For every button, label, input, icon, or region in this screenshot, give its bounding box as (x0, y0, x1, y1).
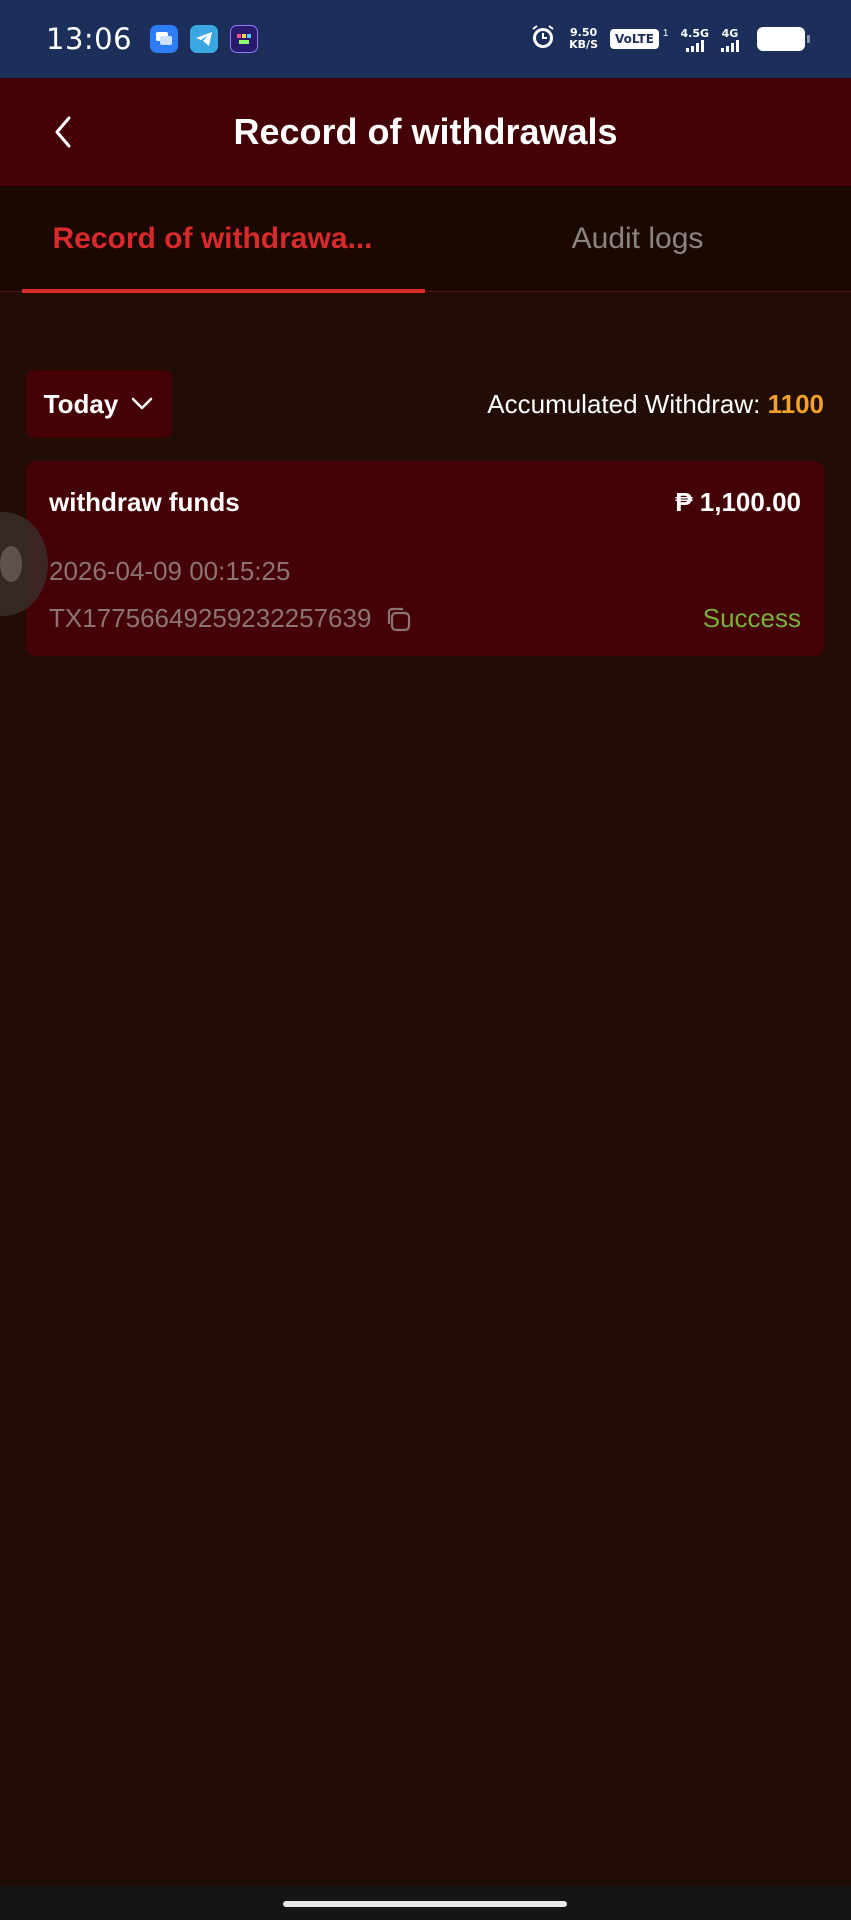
messages-icon (150, 25, 179, 53)
accumulated-value: 1100 (767, 388, 824, 419)
signal-sim2: 4G (721, 27, 739, 52)
accumulated-withdraw: Accumulated Withdraw: 1100 (487, 389, 824, 420)
home-gesture-pill[interactable] (283, 1901, 567, 1907)
accumulated-label: Accumulated Withdraw: (487, 388, 768, 419)
speed-unit: KB/S (569, 38, 598, 51)
alarm-icon (529, 23, 557, 56)
tab-record-of-withdrawals[interactable]: Record of withdrawa... (0, 186, 425, 293)
network-type-1: 4.5G (680, 26, 709, 40)
filter-row: Today Accumulated Withdraw: 1100 (26, 370, 824, 438)
tab-label: Record of withdrawa... (52, 222, 373, 255)
game-app-icon (230, 25, 259, 53)
status-time: 13:06 (46, 22, 133, 56)
page-title: Record of withdrawals (233, 111, 618, 152)
network-speed: 9.50 KB/S (569, 27, 598, 51)
volte-badge: VoLTE (610, 29, 659, 49)
record-datetime: 2026-04-09 00:15:25 (49, 556, 291, 586)
status-bar: 13:06 9.50 KB/S VoLTE 1 4.5G 4G (0, 0, 851, 78)
record-amount: ₱ 1,100.00 (675, 487, 801, 517)
battery-icon (757, 27, 810, 51)
date-range-value: Today (43, 388, 119, 419)
app-header: Record of withdrawals (0, 78, 851, 186)
signal-bars-icon (721, 39, 739, 52)
status-indicators: 9.50 KB/S VoLTE 1 4.5G 4G (529, 23, 810, 56)
chevron-down-icon (132, 397, 153, 410)
status-badge: Success (702, 603, 801, 633)
network-type-2: 4G (721, 26, 739, 40)
date-range-dropdown[interactable]: Today (26, 370, 172, 438)
chevron-left-icon (55, 116, 71, 148)
copy-icon[interactable] (383, 604, 413, 634)
volte-sim-index: 1 (662, 27, 669, 39)
signal-bars-icon (685, 39, 704, 52)
record-title: withdraw funds (49, 487, 240, 517)
signal-sim1: 4.5G (680, 27, 709, 52)
telegram-icon (190, 25, 219, 53)
tab-label: Audit logs (571, 222, 704, 255)
tab-audit-logs[interactable]: Audit logs (425, 186, 850, 292)
record-transaction: TX17756649259232257639 (49, 603, 413, 634)
tab-bar: Record of withdrawa... Audit logs (0, 186, 851, 293)
record-tx-id: TX17756649259232257639 (49, 603, 372, 633)
withdrawal-record-card[interactable]: withdraw funds ₱ 1,100.00 2026-04-09 00:… (26, 461, 824, 656)
back-button[interactable] (40, 108, 84, 156)
